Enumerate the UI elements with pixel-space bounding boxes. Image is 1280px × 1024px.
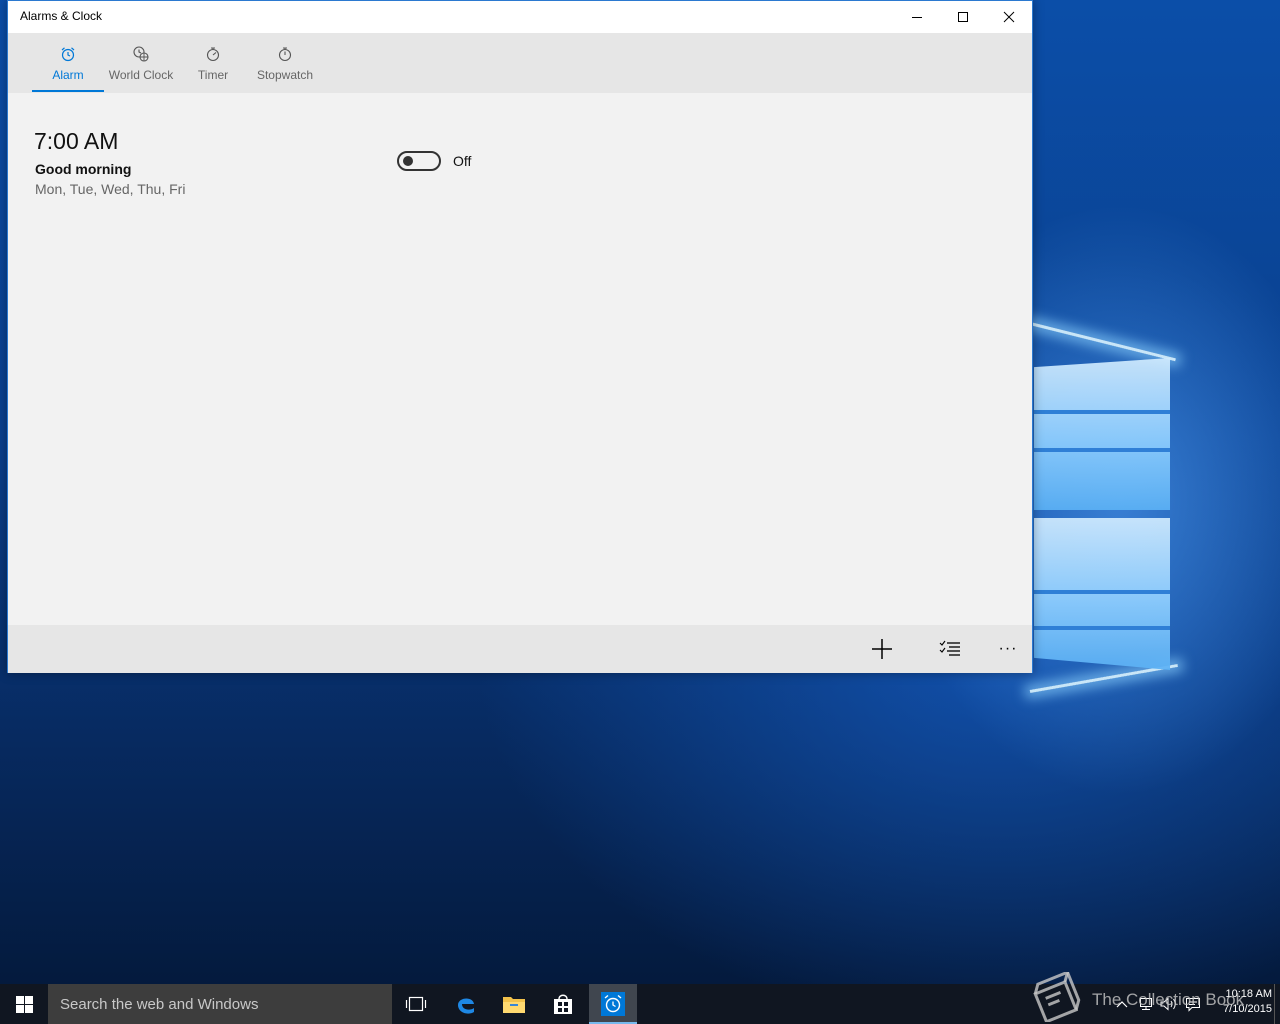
alarm-list-item[interactable]: 7:00 AM Good morning Mon, Tue, Wed, Thu,…: [34, 125, 514, 205]
tab-label: Alarm: [52, 68, 84, 82]
tab-label: Timer: [197, 68, 229, 82]
store-icon: [554, 994, 572, 1014]
command-bar: ···: [8, 625, 1032, 673]
minimize-icon: [912, 17, 922, 18]
edge-icon: [458, 998, 474, 1014]
file-explorer-button[interactable]: [490, 984, 538, 1024]
task-view-button[interactable]: [392, 984, 440, 1024]
minimize-button[interactable]: [894, 1, 940, 33]
more-options-button[interactable]: ···: [984, 625, 1032, 673]
window-title: Alarms & Clock: [20, 9, 103, 23]
alarms-taskbar-button[interactable]: [589, 984, 637, 1024]
stopwatch-icon: [277, 45, 293, 63]
alarm-name: Good morning: [35, 161, 132, 177]
more-ellipsis-icon: ···: [998, 640, 1018, 657]
file-explorer-icon: [503, 997, 525, 1013]
watermark: The Collection Book: [1030, 972, 1280, 1024]
maximize-button[interactable]: [940, 1, 986, 33]
timer-icon: [205, 45, 221, 63]
task-view-icon: [405, 996, 427, 1012]
maximize-icon: [958, 12, 968, 22]
taskbar-search-box[interactable]: Search the web and Windows: [48, 984, 392, 1024]
watermark-text: The Collection Book: [1092, 990, 1245, 1009]
tab-label: World Clock: [108, 68, 174, 82]
active-tab-indicator: [32, 90, 104, 92]
close-button[interactable]: [986, 1, 1032, 33]
alarms-clock-window: Alarms & Clock Alarm World Clock Timer S…: [7, 0, 1033, 673]
plus-icon: [872, 639, 892, 659]
alarm-time: 7:00 AM: [34, 128, 119, 154]
select-alarms-button[interactable]: [926, 625, 974, 673]
alarm-days: Mon, Tue, Wed, Thu, Fri: [35, 181, 186, 197]
new-alarm-button[interactable]: [858, 625, 906, 673]
search-input[interactable]: Search the web and Windows: [60, 996, 258, 1013]
alarms-icon: [601, 992, 625, 1016]
alarm-clock-icon: [60, 45, 76, 63]
alarm-toggle-switch[interactable]: [397, 151, 441, 171]
alarm-toggle-label: Off: [453, 153, 472, 169]
windows-logo-pane: [1034, 358, 1170, 510]
tab-alarm[interactable]: Alarm: [32, 33, 104, 93]
start-button[interactable]: [0, 984, 48, 1024]
close-icon: [1003, 11, 1015, 23]
tab-stopwatch[interactable]: Stopwatch: [254, 33, 316, 93]
book-icon: [1033, 972, 1081, 1022]
windows-start-icon: [15, 995, 33, 1013]
tab-world-clock[interactable]: World Clock: [107, 33, 175, 93]
tab-strip: Alarm World Clock Timer Stopwatch: [8, 33, 1032, 93]
store-button[interactable]: [539, 984, 587, 1024]
tab-label: Stopwatch: [256, 68, 314, 82]
toggle-knob: [403, 156, 413, 166]
windows-logo-pane: [1034, 518, 1170, 670]
edge-button[interactable]: [442, 984, 490, 1024]
title-bar[interactable]: Alarms & Clock: [8, 1, 1032, 33]
tab-timer[interactable]: Timer: [193, 33, 233, 93]
select-list-icon: [939, 640, 960, 656]
world-clock-icon: [132, 45, 150, 63]
